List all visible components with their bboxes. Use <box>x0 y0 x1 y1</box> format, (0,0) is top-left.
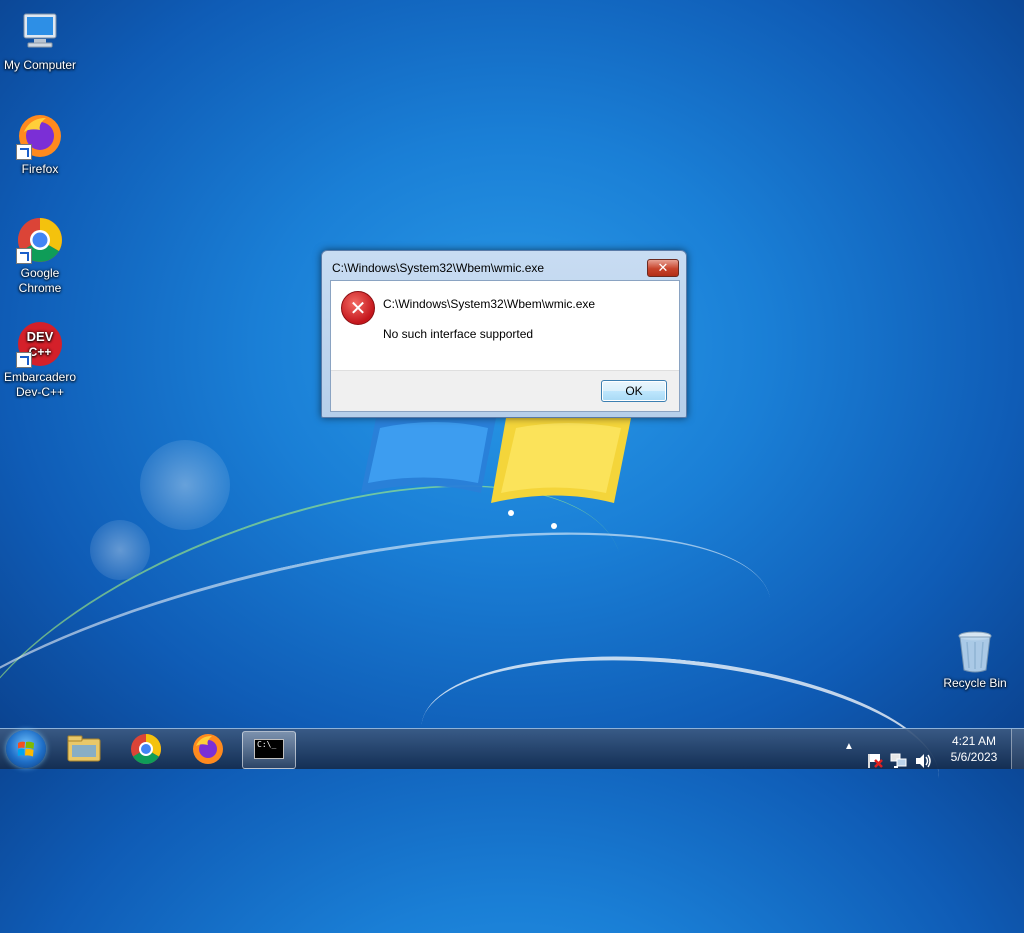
show-hidden-icons-button[interactable]: ▲ <box>844 741 854 781</box>
desktop-icon-chrome[interactable]: Google Chrome <box>0 216 80 296</box>
wallpaper-glow <box>90 520 150 580</box>
dialog-message: No such interface supported <box>383 327 534 341</box>
taskbar-firefox-button[interactable] <box>182 731 234 767</box>
svg-text:DEV: DEV <box>27 329 54 344</box>
dialog-body: ✕ C:\Windows\System32\Wbem\wmic.exe No s… <box>330 280 680 412</box>
volume-icon[interactable] <box>914 741 932 781</box>
dialog-button-bar: OK <box>331 370 679 411</box>
clock-date: 5/6/2023 <box>950 750 998 764</box>
shortcut-arrow-icon <box>16 352 32 368</box>
error-icon: ✕ <box>341 291 375 325</box>
devcpp-icon: DEV C++ <box>16 320 64 368</box>
flag-icon[interactable] <box>866 741 884 781</box>
dialog-title: C:\Windows\System32\Wbem\wmic.exe <box>332 261 545 275</box>
start-icon <box>17 741 34 757</box>
firefox-icon <box>16 112 64 160</box>
desktop-icon-my-computer[interactable]: My Computer <box>0 8 80 73</box>
start-button[interactable] <box>6 730 46 768</box>
windows-logo <box>361 410 631 529</box>
dialog-message-path: C:\Windows\System32\Wbem\wmic.exe <box>383 297 596 311</box>
svg-text:C++: C++ <box>29 345 52 359</box>
error-dialog: C:\Windows\System32\Wbem\wmic.exe ✕ ✕ C:… <box>321 250 687 418</box>
desktop-icon-label: Embarcadero Dev-C++ <box>3 370 77 399</box>
taskbar: C:\_ ▲ 4:21 AM 5/6/2023 <box>0 728 1024 769</box>
desktop-icon-label: Recycle Bin <box>943 676 1007 690</box>
taskbar-chrome-button[interactable] <box>120 731 172 767</box>
dialog-close-button[interactable]: ✕ <box>647 259 679 277</box>
show-desktop-button[interactable] <box>1011 729 1024 769</box>
firefox-icon <box>193 734 223 764</box>
desktop-icon-label: Google Chrome <box>18 266 62 295</box>
chrome-icon <box>131 734 162 765</box>
desktop-icon-label: My Computer <box>3 58 77 72</box>
recycle-bin-icon <box>955 630 995 674</box>
clock-time: 4:21 AM <box>951 734 997 748</box>
wallpaper-glow <box>140 440 230 530</box>
ok-button[interactable]: OK <box>601 380 667 402</box>
cmd-icon: C:\_ <box>254 739 284 759</box>
desktop-icon-recycle-bin[interactable]: Recycle Bin <box>935 630 1015 691</box>
cmd-icon-text: C:\_ <box>257 740 277 749</box>
explorer-icon <box>67 735 101 762</box>
taskbar-clock[interactable]: 4:21 AM 5/6/2023 <box>938 733 1010 765</box>
desktop-icon-devcpp[interactable]: DEV C++ Embarcadero Dev-C++ <box>0 320 80 400</box>
close-icon: ✕ <box>657 260 669 275</box>
desktop-icon-label: Firefox <box>21 162 59 176</box>
shortcut-arrow-icon <box>16 248 32 264</box>
taskbar-cmd-button[interactable]: C:\_ <box>242 731 296 769</box>
computer-icon <box>16 8 64 56</box>
desktop-icon-firefox[interactable]: Firefox <box>0 112 80 177</box>
shortcut-arrow-icon <box>16 144 32 160</box>
network-icon[interactable] <box>890 741 908 781</box>
taskbar-explorer-button[interactable] <box>58 731 110 767</box>
chrome-icon <box>16 216 64 264</box>
